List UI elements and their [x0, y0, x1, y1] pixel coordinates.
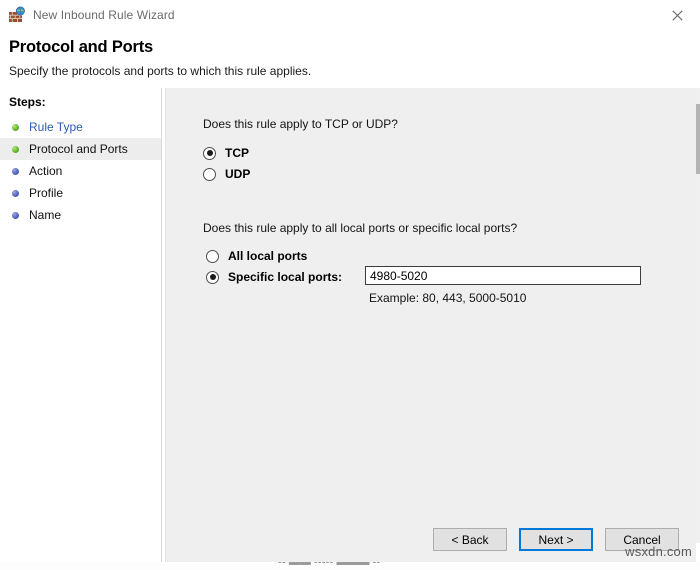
step-bullet-icon [12, 124, 19, 131]
step-bullet-icon [12, 168, 19, 175]
background-window-strip: ▪▪ ▬▬ ▪▪▪▪▪ ▬▬▬ ▪▪ [0, 562, 700, 570]
sidebar-item-protocol-and-ports[interactable]: Protocol and Ports [0, 138, 161, 160]
page-title: Protocol and Ports [9, 38, 153, 57]
page-header: Protocol and Ports Specify the protocols… [0, 30, 700, 88]
step-bullet-icon [12, 190, 19, 197]
step-bullet-icon [12, 146, 19, 153]
protocol-question: Does this rule apply to TCP or UDP? [203, 117, 398, 131]
radio-option-all-local-ports[interactable]: All local ports [206, 247, 307, 265]
background-window-text: ▪▪ ▬▬ ▪▪▪▪▪ ▬▬▬ ▪▪ [278, 562, 380, 568]
steps-sidebar: Steps: Rule Type Protocol and Ports Acti… [0, 88, 162, 570]
sidebar-item-label: Protocol and Ports [29, 142, 128, 156]
sidebar-item-label: Name [29, 208, 61, 222]
radio-label: Specific local ports: [228, 270, 342, 284]
specific-local-ports-input[interactable] [365, 266, 641, 285]
ports-question: Does this rule apply to all local ports … [203, 221, 517, 235]
sidebar-item-label: Rule Type [29, 120, 83, 134]
steps-list: Rule Type Protocol and Ports Action Prof… [0, 116, 161, 226]
radio-indicator-icon[interactable] [203, 168, 216, 181]
wizard-window: New Inbound Rule Wizard Protocol and Por… [0, 0, 700, 570]
radio-indicator-icon[interactable] [206, 271, 219, 284]
steps-label: Steps: [9, 95, 46, 109]
sidebar-item-name[interactable]: Name [0, 204, 161, 226]
radio-option-udp[interactable]: UDP [203, 165, 250, 183]
sidebar-item-label: Profile [29, 186, 63, 200]
sidebar-item-label: Action [29, 164, 62, 178]
step-bullet-icon [12, 212, 19, 219]
next-button[interactable]: Next > [519, 528, 593, 551]
window-title: New Inbound Rule Wizard [33, 8, 175, 22]
sidebar-item-action[interactable]: Action [0, 160, 161, 182]
firewall-globe-icon [8, 6, 26, 24]
radio-indicator-icon[interactable] [206, 250, 219, 263]
ports-example-hint: Example: 80, 443, 5000-5010 [369, 291, 526, 305]
close-icon[interactable] [655, 0, 700, 30]
radio-label: UDP [225, 167, 250, 181]
page-subtitle: Specify the protocols and ports to which… [9, 64, 311, 78]
back-button[interactable]: < Back [433, 528, 507, 551]
radio-option-tcp[interactable]: TCP [203, 144, 249, 162]
sidebar-item-rule-type[interactable]: Rule Type [0, 116, 161, 138]
title-bar: New Inbound Rule Wizard [0, 0, 700, 30]
background-scrollbar[interactable] [696, 88, 700, 543]
background-scrollbar-thumb[interactable] [696, 104, 700, 174]
content-panel: Does this rule apply to TCP or UDP? TCP … [165, 88, 696, 570]
radio-indicator-icon[interactable] [203, 147, 216, 160]
radio-option-specific-local-ports[interactable]: Specific local ports: [206, 268, 342, 286]
sidebar-item-profile[interactable]: Profile [0, 182, 161, 204]
watermark: wsxdn.com [625, 544, 692, 559]
radio-label: All local ports [228, 249, 307, 263]
radio-label: TCP [225, 146, 249, 160]
